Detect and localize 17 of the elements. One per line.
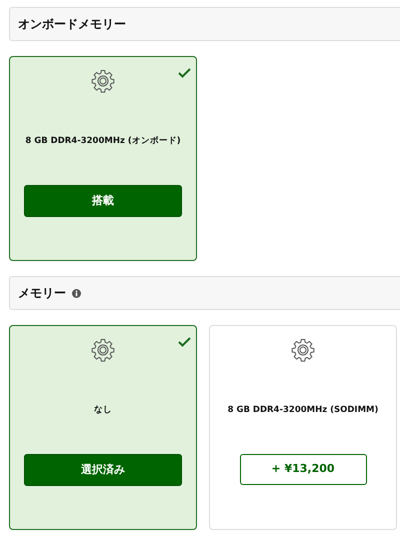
gear-icon <box>91 338 115 362</box>
gear-icon <box>91 69 115 93</box>
option-card[interactable]: なし 選択済み <box>9 325 197 530</box>
check-icon <box>178 68 191 78</box>
option-name: なし <box>94 404 112 417</box>
option-card[interactable]: 8 GB DDR4-3200MHz (オンボード) 搭載 <box>9 56 197 261</box>
section-title: メモリー <box>18 285 66 302</box>
price-button[interactable]: + ¥13,200 <box>240 454 366 485</box>
check-icon <box>178 337 191 347</box>
option-name: 8 GB DDR4-3200MHz (SODIMM) <box>228 404 378 417</box>
selected-button[interactable]: 搭載 <box>24 185 182 217</box>
option-name: 8 GB DDR4-3200MHz (オンボード) <box>25 135 181 148</box>
selected-button[interactable]: 選択済み <box>24 454 182 486</box>
info-icon[interactable] <box>72 288 81 298</box>
option-card[interactable]: 8 GB DDR4-3200MHz (SODIMM) + ¥13,200 <box>209 325 397 530</box>
section-title: オンボードメモリー <box>18 16 126 33</box>
gear-icon <box>291 338 315 362</box>
